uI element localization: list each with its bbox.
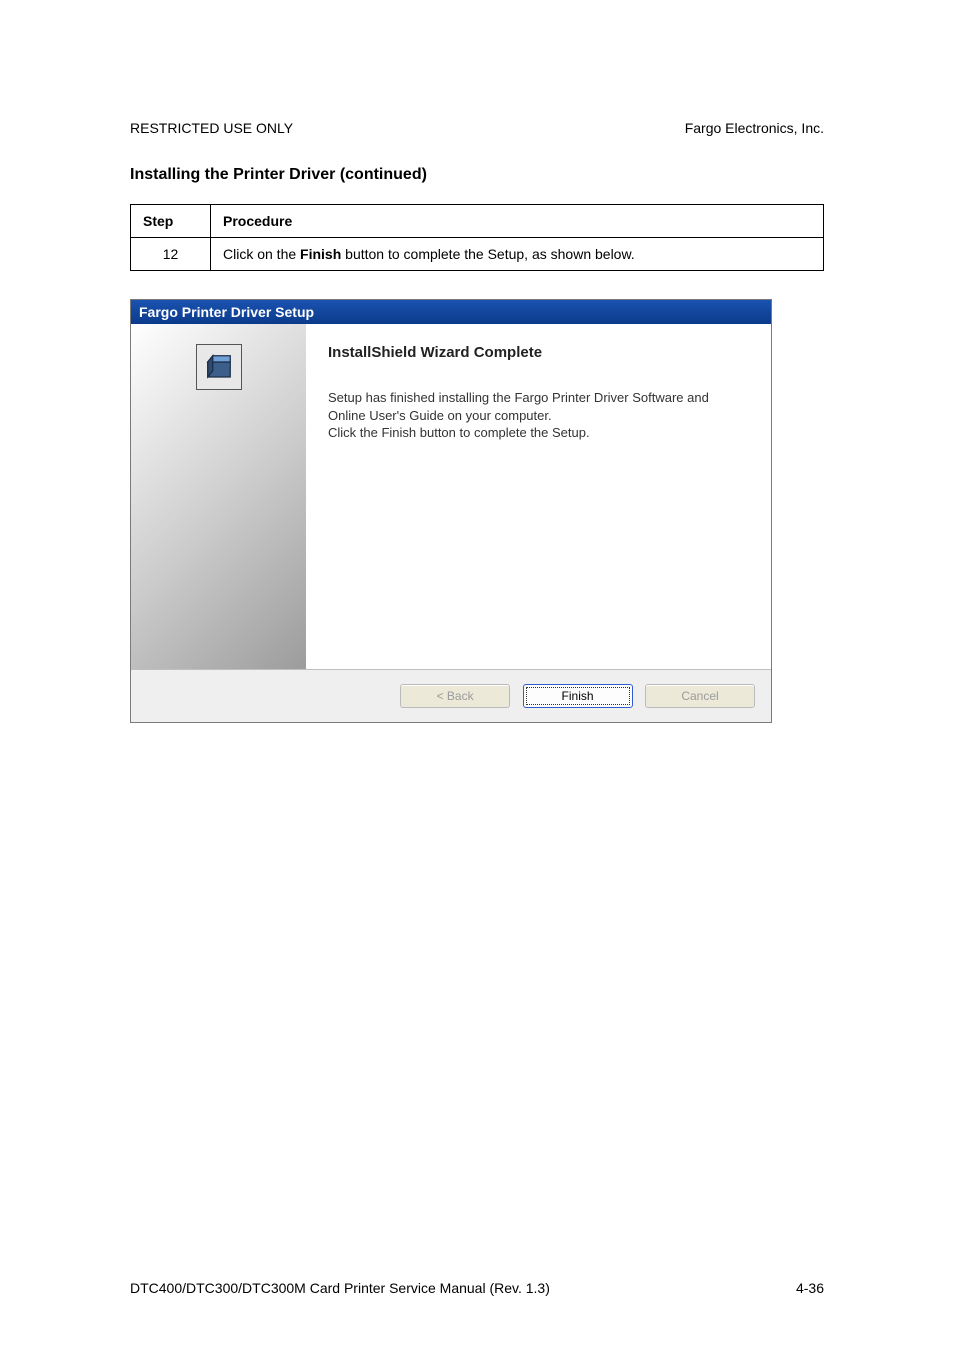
installer-logo-icon xyxy=(196,344,242,390)
header-right: Fargo Electronics, Inc. xyxy=(685,120,824,136)
section-title: Installing the Printer Driver (continued… xyxy=(130,166,824,184)
dialog-main: InstallShield Wizard Complete Setup has … xyxy=(306,324,771,669)
step-text-before: Click on the xyxy=(223,246,300,262)
dialog-paragraph-2: Click the Finish button to complete the … xyxy=(328,424,749,442)
step-text-bold: Finish xyxy=(300,246,341,262)
finish-button[interactable]: Finish xyxy=(523,684,633,708)
footer-right: 4-36 xyxy=(796,1280,824,1296)
dialog-side-art xyxy=(131,324,306,669)
back-button: < Back xyxy=(400,684,510,708)
dialog-titlebar: Fargo Printer Driver Setup xyxy=(131,300,771,324)
procedure-table: Step Procedure 12 Click on the Finish bu… xyxy=(130,204,824,271)
step-text: Click on the Finish button to complete t… xyxy=(211,238,824,271)
dialog-button-row: < Back Finish Cancel xyxy=(131,669,771,722)
dialog-body: InstallShield Wizard Complete Setup has … xyxy=(131,324,771,669)
page: RESTRICTED USE ONLY Fargo Electronics, I… xyxy=(0,0,954,1351)
installer-dialog: Fargo Printer Driver Setup InstallShield… xyxy=(130,299,772,723)
dialog-paragraph-1: Setup has finished installing the Fargo … xyxy=(328,389,749,424)
cancel-button: Cancel xyxy=(645,684,755,708)
box-icon xyxy=(204,352,234,382)
col-step-header: Step xyxy=(131,205,211,238)
page-header: RESTRICTED USE ONLY Fargo Electronics, I… xyxy=(130,120,824,136)
page-footer: DTC400/DTC300/DTC300M Card Printer Servi… xyxy=(130,1280,824,1296)
footer-left: DTC400/DTC300/DTC300M Card Printer Servi… xyxy=(130,1280,550,1296)
table-row: 12 Click on the Finish button to complet… xyxy=(131,238,824,271)
dialog-heading: InstallShield Wizard Complete xyxy=(328,344,749,361)
col-procedure-header: Procedure xyxy=(211,205,824,238)
header-left: RESTRICTED USE ONLY xyxy=(130,120,293,136)
step-number: 12 xyxy=(131,238,211,271)
step-text-after: button to complete the Setup, as shown b… xyxy=(341,246,634,262)
